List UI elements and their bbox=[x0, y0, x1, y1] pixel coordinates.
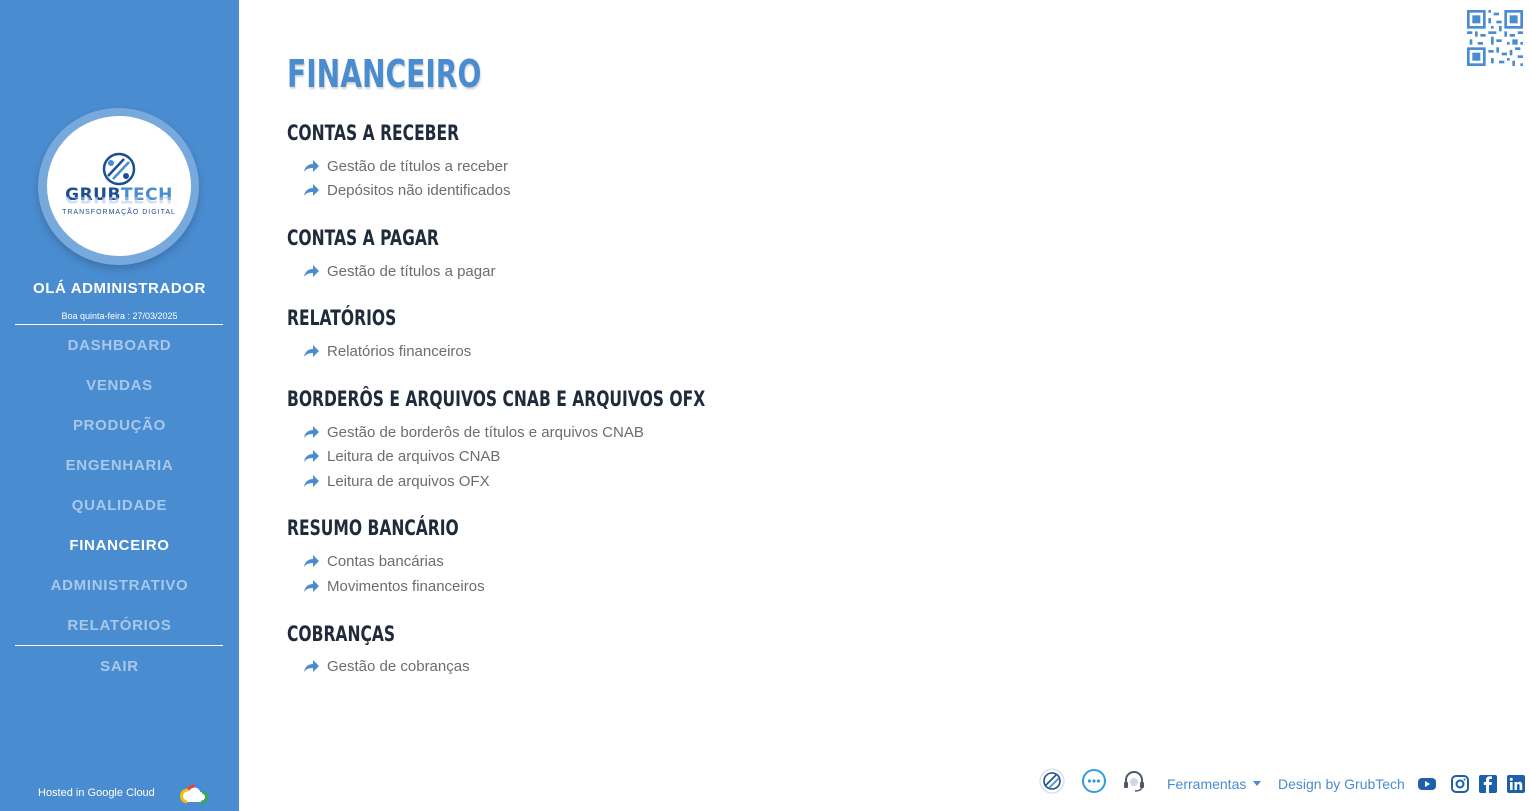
nav-item-qualidade[interactable]: QUALIDADE bbox=[0, 497, 239, 514]
link-label: Gestão de borderôs de títulos e arquivos… bbox=[327, 423, 644, 441]
section-title-contas-a-pagar: CONTAS A PAGAR bbox=[287, 226, 439, 250]
google-cloud-icon bbox=[180, 784, 208, 804]
linkedin-icon[interactable] bbox=[1506, 774, 1526, 794]
link-label: Leitura de arquivos OFX bbox=[327, 472, 490, 490]
link-gestao-borderos[interactable]: Gestão de borderôs de títulos e arquivos… bbox=[303, 422, 644, 442]
link-label: Gestão de títulos a pagar bbox=[327, 262, 496, 280]
link-label: Relatórios financeiros bbox=[327, 342, 472, 360]
current-date: Boa quinta-feira : 27/03/2025 bbox=[61, 311, 178, 321]
link-label: Gestão de títulos a receber bbox=[327, 157, 508, 175]
logout-button[interactable]: SAIR bbox=[0, 658, 239, 675]
instagram-icon[interactable] bbox=[1450, 774, 1470, 794]
sidebar: GRUBTECH GRUBTECH TRANSFORMAÇÃO DIGITAL … bbox=[0, 0, 239, 811]
support-headset-icon[interactable] bbox=[1121, 768, 1147, 794]
grubtech-icon[interactable] bbox=[1039, 768, 1065, 794]
link-label: Gestão de cobranças bbox=[327, 657, 470, 675]
nav-item-vendas[interactable]: VENDAS bbox=[0, 377, 239, 394]
nav-item-financeiro[interactable]: FINANCEIRO bbox=[0, 537, 239, 554]
sidebar-divider bbox=[15, 324, 223, 325]
link-leitura-cnab[interactable]: Leitura de arquivos CNAB bbox=[303, 446, 500, 466]
link-movimentos-financeiros[interactable]: Movimentos financeiros bbox=[303, 576, 485, 596]
sidebar-divider bbox=[15, 645, 223, 646]
chat-icon[interactable] bbox=[1081, 768, 1107, 794]
design-by-link[interactable]: Design by GrubTech bbox=[1278, 776, 1405, 792]
link-depositos-nao-identificados[interactable]: Depósitos não identificados bbox=[303, 180, 510, 200]
page-title: FINANCEIRO bbox=[287, 52, 482, 96]
youtube-icon[interactable] bbox=[1417, 774, 1437, 794]
share-arrow-icon bbox=[304, 660, 319, 672]
grubtech-logo-icon bbox=[102, 152, 136, 186]
user-greeting: OLÁ ADMINISTRADOR bbox=[33, 280, 206, 297]
nav-item-administrativo[interactable]: ADMINISTRATIVO bbox=[0, 577, 239, 594]
link-label: Contas bancárias bbox=[327, 552, 444, 570]
link-contas-bancarias[interactable]: Contas bancárias bbox=[303, 551, 444, 571]
nav-item-relatorios[interactable]: RELATÓRIOS bbox=[0, 617, 239, 634]
share-arrow-icon bbox=[304, 160, 319, 172]
section-title-cobrancas: COBRANÇAS bbox=[287, 622, 396, 646]
qr-code-icon[interactable] bbox=[1467, 10, 1523, 66]
share-arrow-icon bbox=[304, 265, 319, 277]
share-arrow-icon bbox=[304, 475, 319, 487]
share-arrow-icon bbox=[304, 580, 319, 592]
tools-dropdown[interactable]: Ferramentas bbox=[1167, 776, 1246, 792]
link-relatorios-financeiros[interactable]: Relatórios financeiros bbox=[303, 341, 471, 361]
link-label: Leitura de arquivos CNAB bbox=[327, 447, 501, 465]
hosted-label: Hosted in Google Cloud bbox=[38, 787, 155, 799]
share-arrow-icon bbox=[304, 426, 319, 438]
section-title-relatorios: RELATÓRIOS bbox=[287, 306, 397, 330]
logo-reflection: GRUBTECH bbox=[61, 197, 177, 206]
caret-down-icon bbox=[1253, 781, 1261, 786]
link-gestao-titulos-receber[interactable]: Gestão de títulos a receber bbox=[303, 156, 508, 176]
share-arrow-icon bbox=[304, 345, 319, 357]
link-gestao-cobrancas[interactable]: Gestão de cobranças bbox=[303, 656, 470, 676]
logo-tagline: TRANSFORMAÇÃO DIGITAL bbox=[62, 209, 176, 216]
share-arrow-icon bbox=[304, 450, 319, 462]
nav-item-engenharia[interactable]: ENGENHARIA bbox=[0, 457, 239, 474]
section-title-contas-a-receber: CONTAS A RECEBER bbox=[287, 121, 460, 145]
share-arrow-icon bbox=[304, 184, 319, 196]
section-title-borderos-cnab-ofx: BORDERÔS E ARQUIVOS CNAB E ARQUIVOS OFX bbox=[287, 387, 706, 411]
nav-item-producao[interactable]: PRODUÇÃO bbox=[0, 417, 239, 434]
link-leitura-ofx[interactable]: Leitura de arquivos OFX bbox=[303, 471, 490, 491]
facebook-icon[interactable] bbox=[1478, 774, 1498, 794]
link-gestao-titulos-pagar[interactable]: Gestão de títulos a pagar bbox=[303, 261, 495, 281]
section-title-resumo-bancario: RESUMO BANCÁRIO bbox=[287, 516, 459, 540]
link-label: Movimentos financeiros bbox=[327, 577, 485, 595]
nav-item-dashboard[interactable]: DASHBOARD bbox=[0, 337, 239, 354]
link-label: Depósitos não identificados bbox=[327, 181, 511, 199]
share-arrow-icon bbox=[304, 555, 319, 567]
